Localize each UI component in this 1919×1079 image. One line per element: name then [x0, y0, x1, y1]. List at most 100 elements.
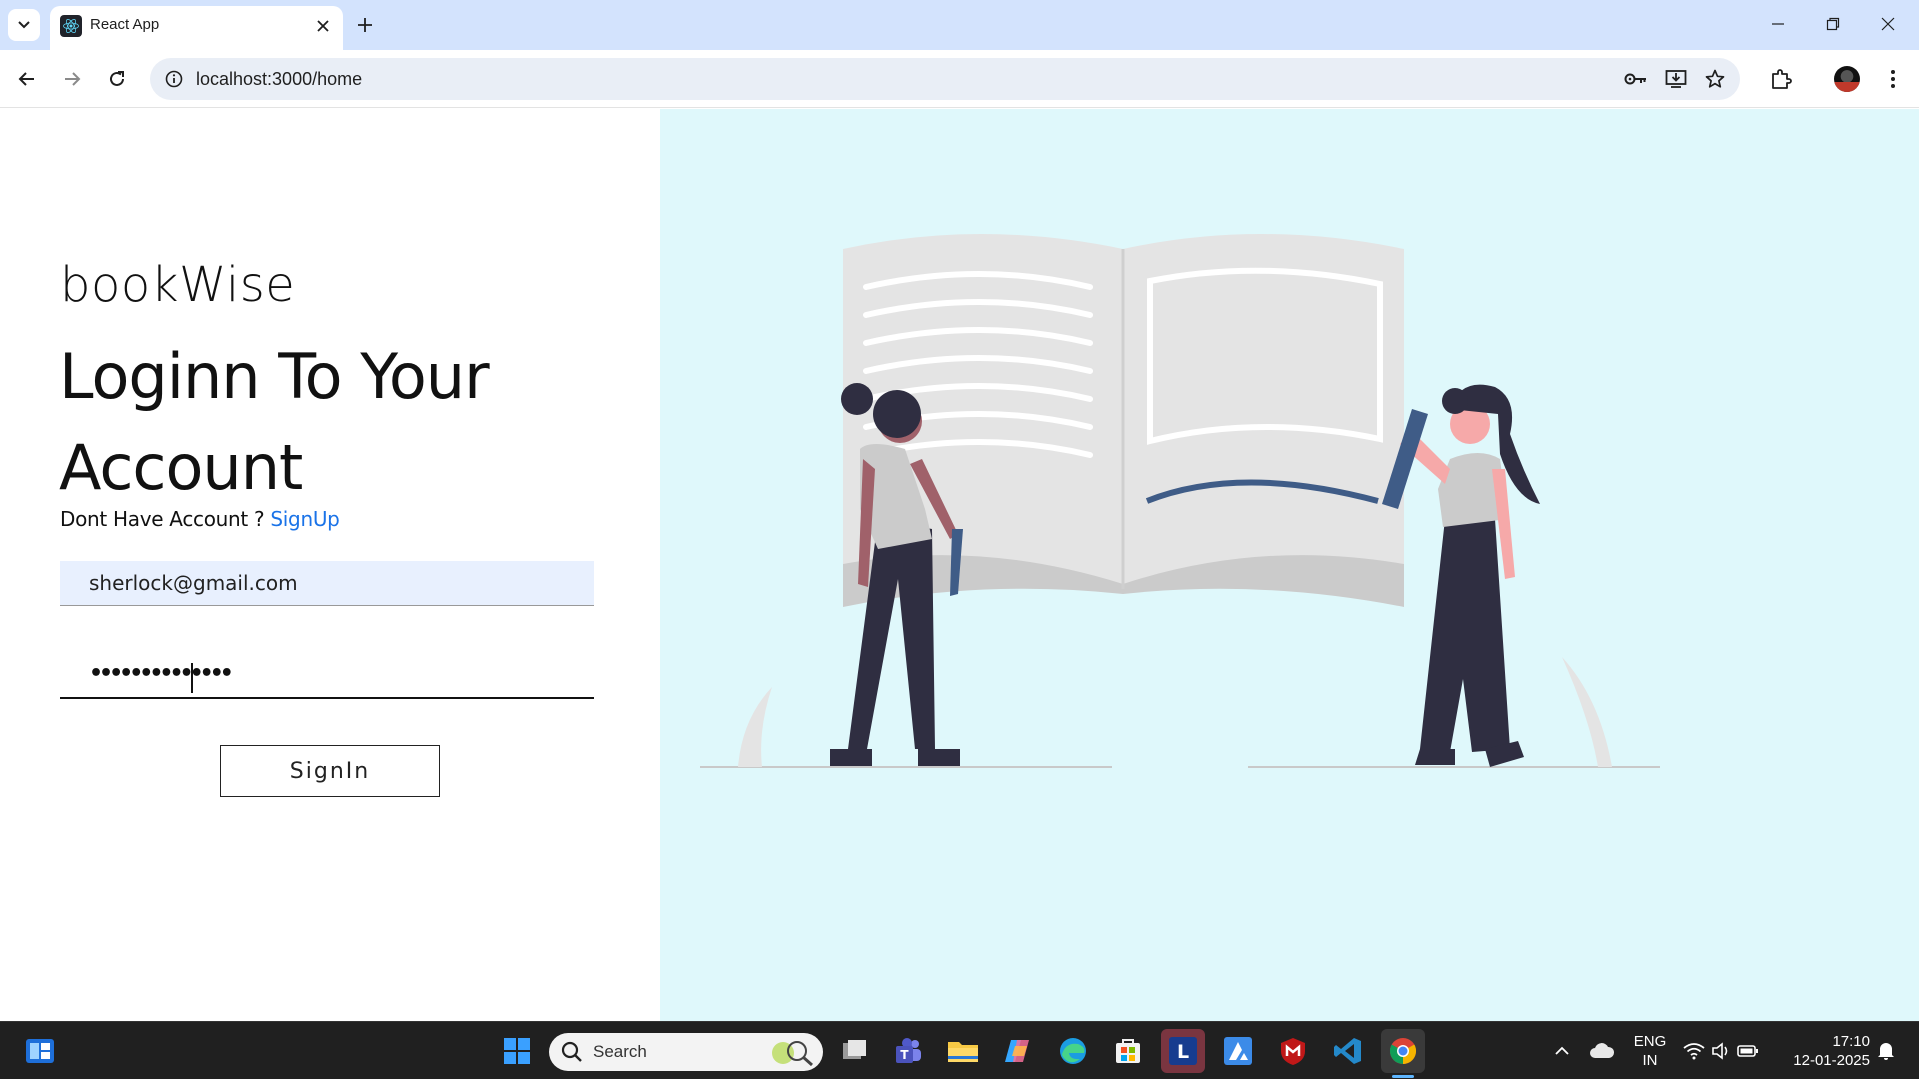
login-panel: bookWise Loginn To Your Account Dont Hav… — [0, 109, 660, 1021]
minimize-icon — [1772, 23, 1784, 25]
restore-icon — [1826, 17, 1840, 31]
bell-icon — [1878, 1043, 1894, 1060]
l-app[interactable]: L — [1161, 1029, 1205, 1073]
more-vertical-icon — [1891, 70, 1895, 88]
clock-time: 17:10 — [1832, 1033, 1870, 1050]
address-bar[interactable]: localhost:3000/home — [150, 58, 1740, 100]
minimize-button[interactable] — [1756, 8, 1800, 40]
reload-icon — [110, 71, 124, 86]
battery-icon — [1737, 1045, 1758, 1057]
mcafee-shield-icon — [1281, 1038, 1305, 1065]
taskbar-search-box[interactable]: Search — [549, 1033, 823, 1071]
folder-icon — [948, 1042, 978, 1062]
vscode-app[interactable] — [1326, 1029, 1370, 1073]
text-caret — [191, 663, 193, 693]
signin-button[interactable]: SignIn — [220, 745, 440, 797]
tab-search-button[interactable] — [8, 9, 40, 41]
puzzle-icon — [1772, 69, 1792, 89]
plant-leaf — [738, 687, 772, 767]
page-title: Loginn To Your Account — [59, 340, 490, 504]
vscode-icon — [1334, 1038, 1361, 1064]
language-text: ENG — [1633, 1033, 1667, 1050]
email-field[interactable] — [60, 561, 594, 606]
extensions-button[interactable] — [1764, 62, 1798, 96]
store-app[interactable] — [1106, 1029, 1150, 1073]
forward-button[interactable] — [55, 62, 89, 96]
start-button[interactable] — [495, 1029, 539, 1073]
svg-text:L: L — [1177, 1041, 1189, 1063]
illustration-panel — [660, 109, 1919, 1021]
browser-menu-button[interactable] — [1876, 62, 1910, 96]
task-view-icon — [843, 1040, 866, 1059]
password-key-icon[interactable] — [1624, 67, 1648, 91]
mcafee-app[interactable] — [1271, 1029, 1315, 1073]
restore-button[interactable] — [1811, 8, 1855, 40]
teams-icon: T — [896, 1038, 921, 1063]
search-highlight-icon — [772, 1041, 813, 1067]
file-explorer-app[interactable] — [941, 1029, 985, 1073]
page-viewport: bookWise Loginn To Your Account Dont Hav… — [0, 109, 1919, 1021]
password-field[interactable]: •••••••••••••• — [60, 655, 594, 699]
bookmark-star-icon[interactable] — [1703, 67, 1727, 91]
taskbar-search-label: Search — [593, 1042, 647, 1061]
profile-avatar[interactable] — [1830, 62, 1864, 96]
avatar — [1834, 66, 1860, 92]
react-icon — [60, 15, 82, 37]
svg-text:T: T — [900, 1048, 909, 1062]
brand-title: bookWise — [60, 257, 296, 313]
volume-icon — [1712, 1042, 1728, 1060]
tab-title: React App — [90, 16, 160, 33]
install-app-icon[interactable] — [1664, 67, 1688, 91]
woman-right-figure — [1382, 384, 1540, 767]
cloud-icon — [1590, 1043, 1615, 1058]
signup-link[interactable]: SignUp — [270, 507, 339, 531]
clock-date: 12-01-2025 — [1793, 1052, 1870, 1069]
search-icon — [561, 1041, 582, 1062]
copilot-app[interactable] — [996, 1029, 1040, 1073]
quick-settings-button[interactable] — [1676, 1029, 1766, 1073]
active-app-indicator — [1392, 1075, 1414, 1078]
copilot-icon — [1005, 1040, 1029, 1062]
plus-icon — [358, 18, 372, 32]
language-indicator[interactable]: ENG IN — [1628, 1032, 1672, 1070]
reload-button[interactable] — [100, 62, 134, 96]
close-icon — [1881, 17, 1895, 31]
edge-app[interactable] — [1051, 1029, 1095, 1073]
new-tab-button[interactable] — [350, 10, 380, 40]
task-view-button[interactable] — [832, 1029, 876, 1073]
plant-leaf — [1562, 657, 1612, 767]
tray-overflow-button[interactable] — [1540, 1029, 1584, 1073]
clock[interactable]: 17:10 12-01-2025 — [1780, 1032, 1870, 1070]
close-icon — [317, 20, 329, 32]
widgets-button[interactable] — [18, 1029, 62, 1073]
chrome-app[interactable] — [1381, 1029, 1425, 1073]
close-window-button[interactable] — [1866, 8, 1910, 40]
teams-app[interactable]: T — [886, 1029, 930, 1073]
back-button[interactable] — [10, 62, 44, 96]
region-text: IN — [1642, 1052, 1658, 1069]
tab-close-button[interactable] — [311, 14, 335, 38]
widgets-icon — [26, 1039, 54, 1063]
password-value: •••••••••••••• — [89, 661, 234, 686]
chevron-up-icon — [1555, 1046, 1569, 1055]
arrow-right-icon — [65, 72, 81, 86]
browser-tab[interactable]: React App — [50, 6, 343, 50]
store-icon — [1116, 1039, 1140, 1063]
l-app-icon: L — [1169, 1037, 1197, 1065]
browser-tab-bar: React App — [0, 0, 1919, 50]
url-text: localhost:3000/home — [196, 69, 363, 89]
chevron-down-icon — [18, 21, 30, 29]
site-info-icon[interactable] — [162, 67, 186, 91]
azure-icon — [1224, 1037, 1252, 1065]
edge-icon — [1060, 1038, 1086, 1064]
browser-toolbar: localhost:3000/home — [0, 50, 1919, 108]
signup-prompt-row: Dont Have Account ? SignUp — [60, 507, 340, 531]
notifications-button[interactable] — [1866, 1029, 1906, 1073]
signup-prompt-text: Dont Have Account ? — [60, 507, 271, 531]
wifi-icon — [1683, 1043, 1705, 1060]
os-taskbar: Search T L ENG IN 17:10 12-01-2025 — [0, 1021, 1919, 1079]
azure-app[interactable] — [1216, 1029, 1260, 1073]
chrome-icon — [1389, 1038, 1417, 1065]
onedrive-button[interactable] — [1580, 1029, 1624, 1073]
arrow-left-icon — [18, 72, 34, 86]
